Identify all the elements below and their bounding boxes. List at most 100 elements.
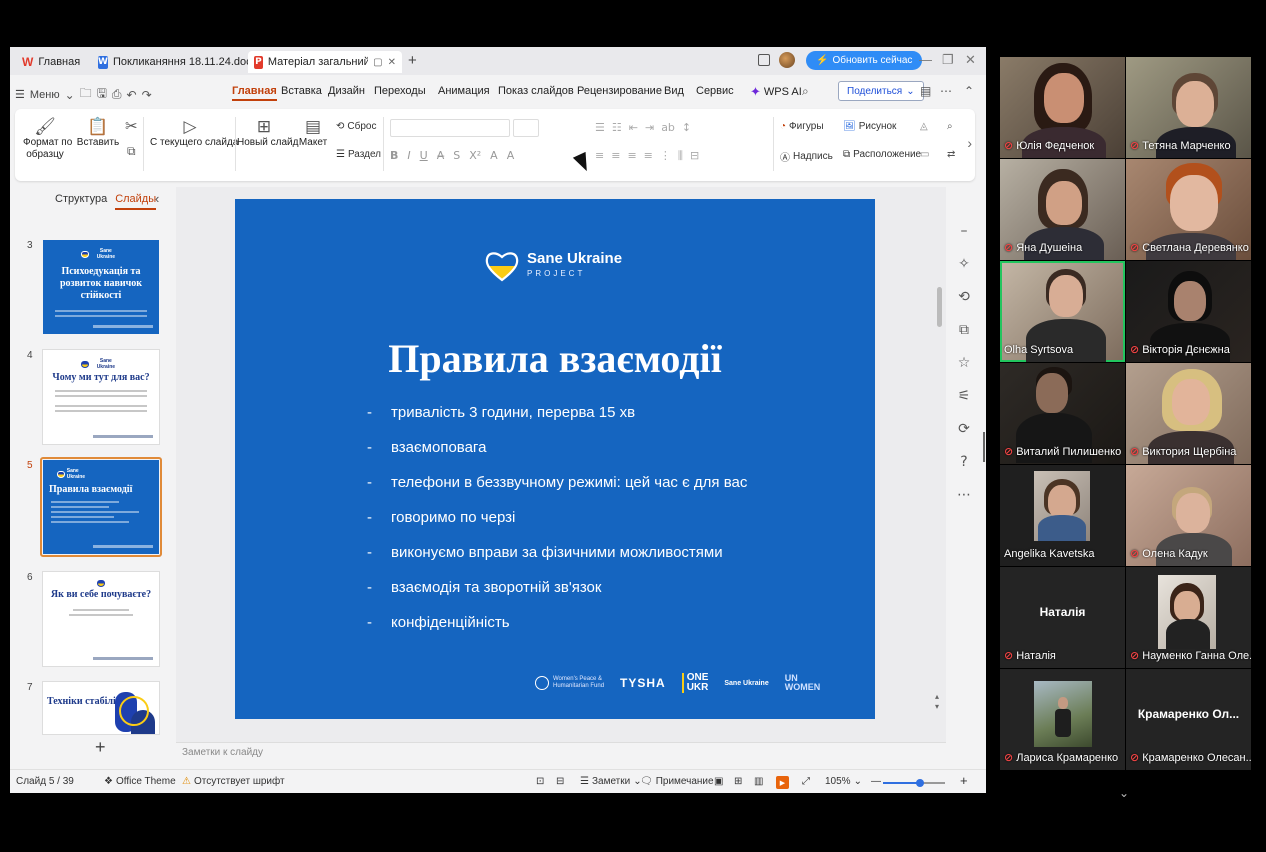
minimize-icon[interactable]: — [919,52,932,67]
align-right-icon[interactable]: ≡ [627,149,636,163]
collapse-ribbon-icon[interactable]: ⌃ [964,84,974,98]
new-slide-button[interactable]: ⊞ Новый слайд [237,117,298,149]
save-icon[interactable]: 🖫 [97,84,107,105]
slide-thumbnail[interactable]: Sane Ukraine Психоедукація та розвиток н… [43,240,159,334]
align-left-icon[interactable]: ≡ [595,149,604,163]
numbering-icon[interactable]: ☷ [612,121,622,134]
grid-view-icon[interactable]: ⊞ [734,776,742,787]
ribbon-tab-transitions[interactable]: Переходы [374,85,426,97]
ribbon-tab-insert[interactable]: Вставка [281,85,322,97]
participant-tile[interactable]: ⊘ Яна Душеіна [1000,159,1125,260]
missing-font-warning[interactable]: ⚠ Отсутствует шрифт [182,776,285,787]
zoom-slider-handle[interactable] [916,779,925,787]
ribbon-tab-animation[interactable]: Анимация [438,85,490,97]
participant-tile[interactable]: Крамаренко Ол... ⊘ Крамаренко Олесан... [1126,669,1251,770]
slide-thumbnail[interactable]: Техніки стабілізації [43,682,159,734]
more-icon[interactable]: ⋯ [957,487,971,503]
gallery-resize-handle[interactable] [983,432,985,462]
add-slide-button[interactable]: + [95,737,106,758]
columns-icon[interactable]: ⫼ [678,149,683,163]
pin-icon[interactable]: ▢ [373,57,382,68]
outline-icon[interactable]: ▭ [920,149,929,160]
animation-icon[interactable]: ✧ [958,256,970,272]
slide-thumbnail-active[interactable]: Sane Ukraine Правила взаємодії [43,460,159,554]
ribbon-tab-design[interactable]: Дизайн [328,85,365,97]
main-menu-button[interactable]: Меню [30,89,60,101]
participant-tile[interactable]: ⊘ Тетяна Марченко [1126,57,1251,158]
comment-toggle[interactable]: 🗨 Примечание [640,776,714,787]
help-icon[interactable]: ? [960,454,967,470]
tab-document[interactable]: W Покликаняння 18.11.24.doc [92,51,252,73]
transition-icon[interactable]: ⟲ [958,289,970,305]
tab-presentation[interactable]: P Матеріал загальний (педагог ▢ ✕ [248,51,402,73]
copy-icon[interactable]: ⧉ [127,144,136,159]
shapes-button[interactable]: ◔ Фигуры [780,121,824,132]
line-spacing-icon[interactable]: ↕ [682,121,691,134]
font-size-select[interactable] [513,119,539,137]
reset-button[interactable]: ⟲ Сброс [336,121,376,132]
zoom-in-icon[interactable]: + [960,773,968,788]
participant-tile[interactable]: ⊘ Светлана Деревянко [1126,159,1251,260]
slide-thumbnail[interactable]: Як ви себе почуваєте? [43,572,159,666]
notes-area[interactable]: Заметки к слайду [176,742,946,762]
slide-thumbnail[interactable]: Sane Ukraine Чому ми тут для вас? [43,350,159,444]
more-icon[interactable]: ⋯ [940,84,952,98]
cut-icon[interactable]: ✂ [125,117,138,135]
participant-tile[interactable]: ⊘ Юлія Федченок [1000,57,1125,158]
text-align-icon[interactable]: ⊟ [690,149,699,163]
indent-decrease-icon[interactable]: ⇤ [629,121,638,134]
font-color-icon[interactable]: A [490,149,498,162]
page-nav-arrows[interactable]: ▴ ▾ [935,692,939,712]
tab-outline[interactable]: Структура [55,193,107,210]
participant-tile[interactable]: Наталія ⊘ Наталія [1000,567,1125,668]
participant-tile[interactable]: ⊘ Олена Кадук [1126,465,1251,566]
search-icon[interactable]: ⌕ [802,84,809,99]
indent-increase-icon[interactable]: ⇥ [645,121,654,134]
arrange-button[interactable]: ⧉ Расположение [843,149,921,160]
shadow-icon[interactable]: S [453,149,460,162]
tab-home[interactable]: W Главная [16,51,86,73]
reading-view-icon[interactable]: ▥ [754,776,763,787]
justify-icon[interactable]: ≡ [644,149,653,163]
theme-indicator[interactable]: ❖ Office Theme [104,776,176,787]
undo-icon[interactable]: ↶ [127,88,137,102]
participant-tile[interactable]: ⊘ Лариса Крамаренко [1000,669,1125,770]
star-icon[interactable]: ☆ [958,355,971,371]
comments-icon[interactable]: ▤ [920,84,931,98]
collapse-panel-icon[interactable]: ‹ [155,191,159,206]
ribbon-tab-view[interactable]: Вид [664,85,684,97]
wps-ai-button[interactable]: ✦ WPS AI [750,84,802,100]
replace-icon[interactable]: ⇄ [947,149,955,160]
paste-button[interactable]: 📋 Вставить [73,117,123,149]
section-button[interactable]: ☰ Раздел [336,149,381,160]
highlight-icon[interactable]: A [507,149,515,162]
ribbon-tab-tools[interactable]: Сервис [696,85,734,97]
chevron-down-icon[interactable]: ⌄ [1119,786,1129,800]
canvas-scrollbar[interactable] [937,287,942,327]
distribute-icon[interactable]: ⋮ [660,149,671,163]
find-icon[interactable]: ⌕ [947,121,953,132]
bullets-icon[interactable]: ☰ [595,121,605,134]
slide-design-icon[interactable]: ⧉ [959,322,969,338]
text-direction-icon[interactable]: ab [661,121,675,134]
fit-page-icon[interactable]: ⊡ [536,776,544,787]
fill-icon[interactable]: ◬ [920,121,928,132]
open-file-icon[interactable]: 🗀 [80,84,92,105]
share-button[interactable]: Поделиться ⌄ [838,81,924,101]
bold-icon[interactable]: B [390,149,398,162]
ribbon-tab-review[interactable]: Рецензирование [577,85,662,97]
update-now-button[interactable]: ⚡ Обновить сейчас [806,51,923,70]
participant-tile-active[interactable]: Olha Syrtsova [1000,261,1125,362]
textbox-button[interactable]: Ⓐ Надпись [780,149,833,164]
participant-tile[interactable]: ⊘ Вікторія Дєнєжна [1126,261,1251,362]
layout-button[interactable]: ▤ Макет [293,117,333,149]
superscript-icon[interactable]: X² [469,149,481,162]
tab-slides[interactable]: Слайды [115,193,157,210]
close-window-icon[interactable]: ✕ [965,52,976,68]
normal-view-icon[interactable]: ▣ [714,776,723,787]
window-layout-icon[interactable] [758,54,770,66]
hamburger-icon[interactable]: ☰ [15,88,25,101]
underline-icon[interactable]: U [420,149,428,162]
history-icon[interactable]: ⟳ [958,421,970,437]
play-slideshow-button[interactable]: ▶ [776,776,789,789]
